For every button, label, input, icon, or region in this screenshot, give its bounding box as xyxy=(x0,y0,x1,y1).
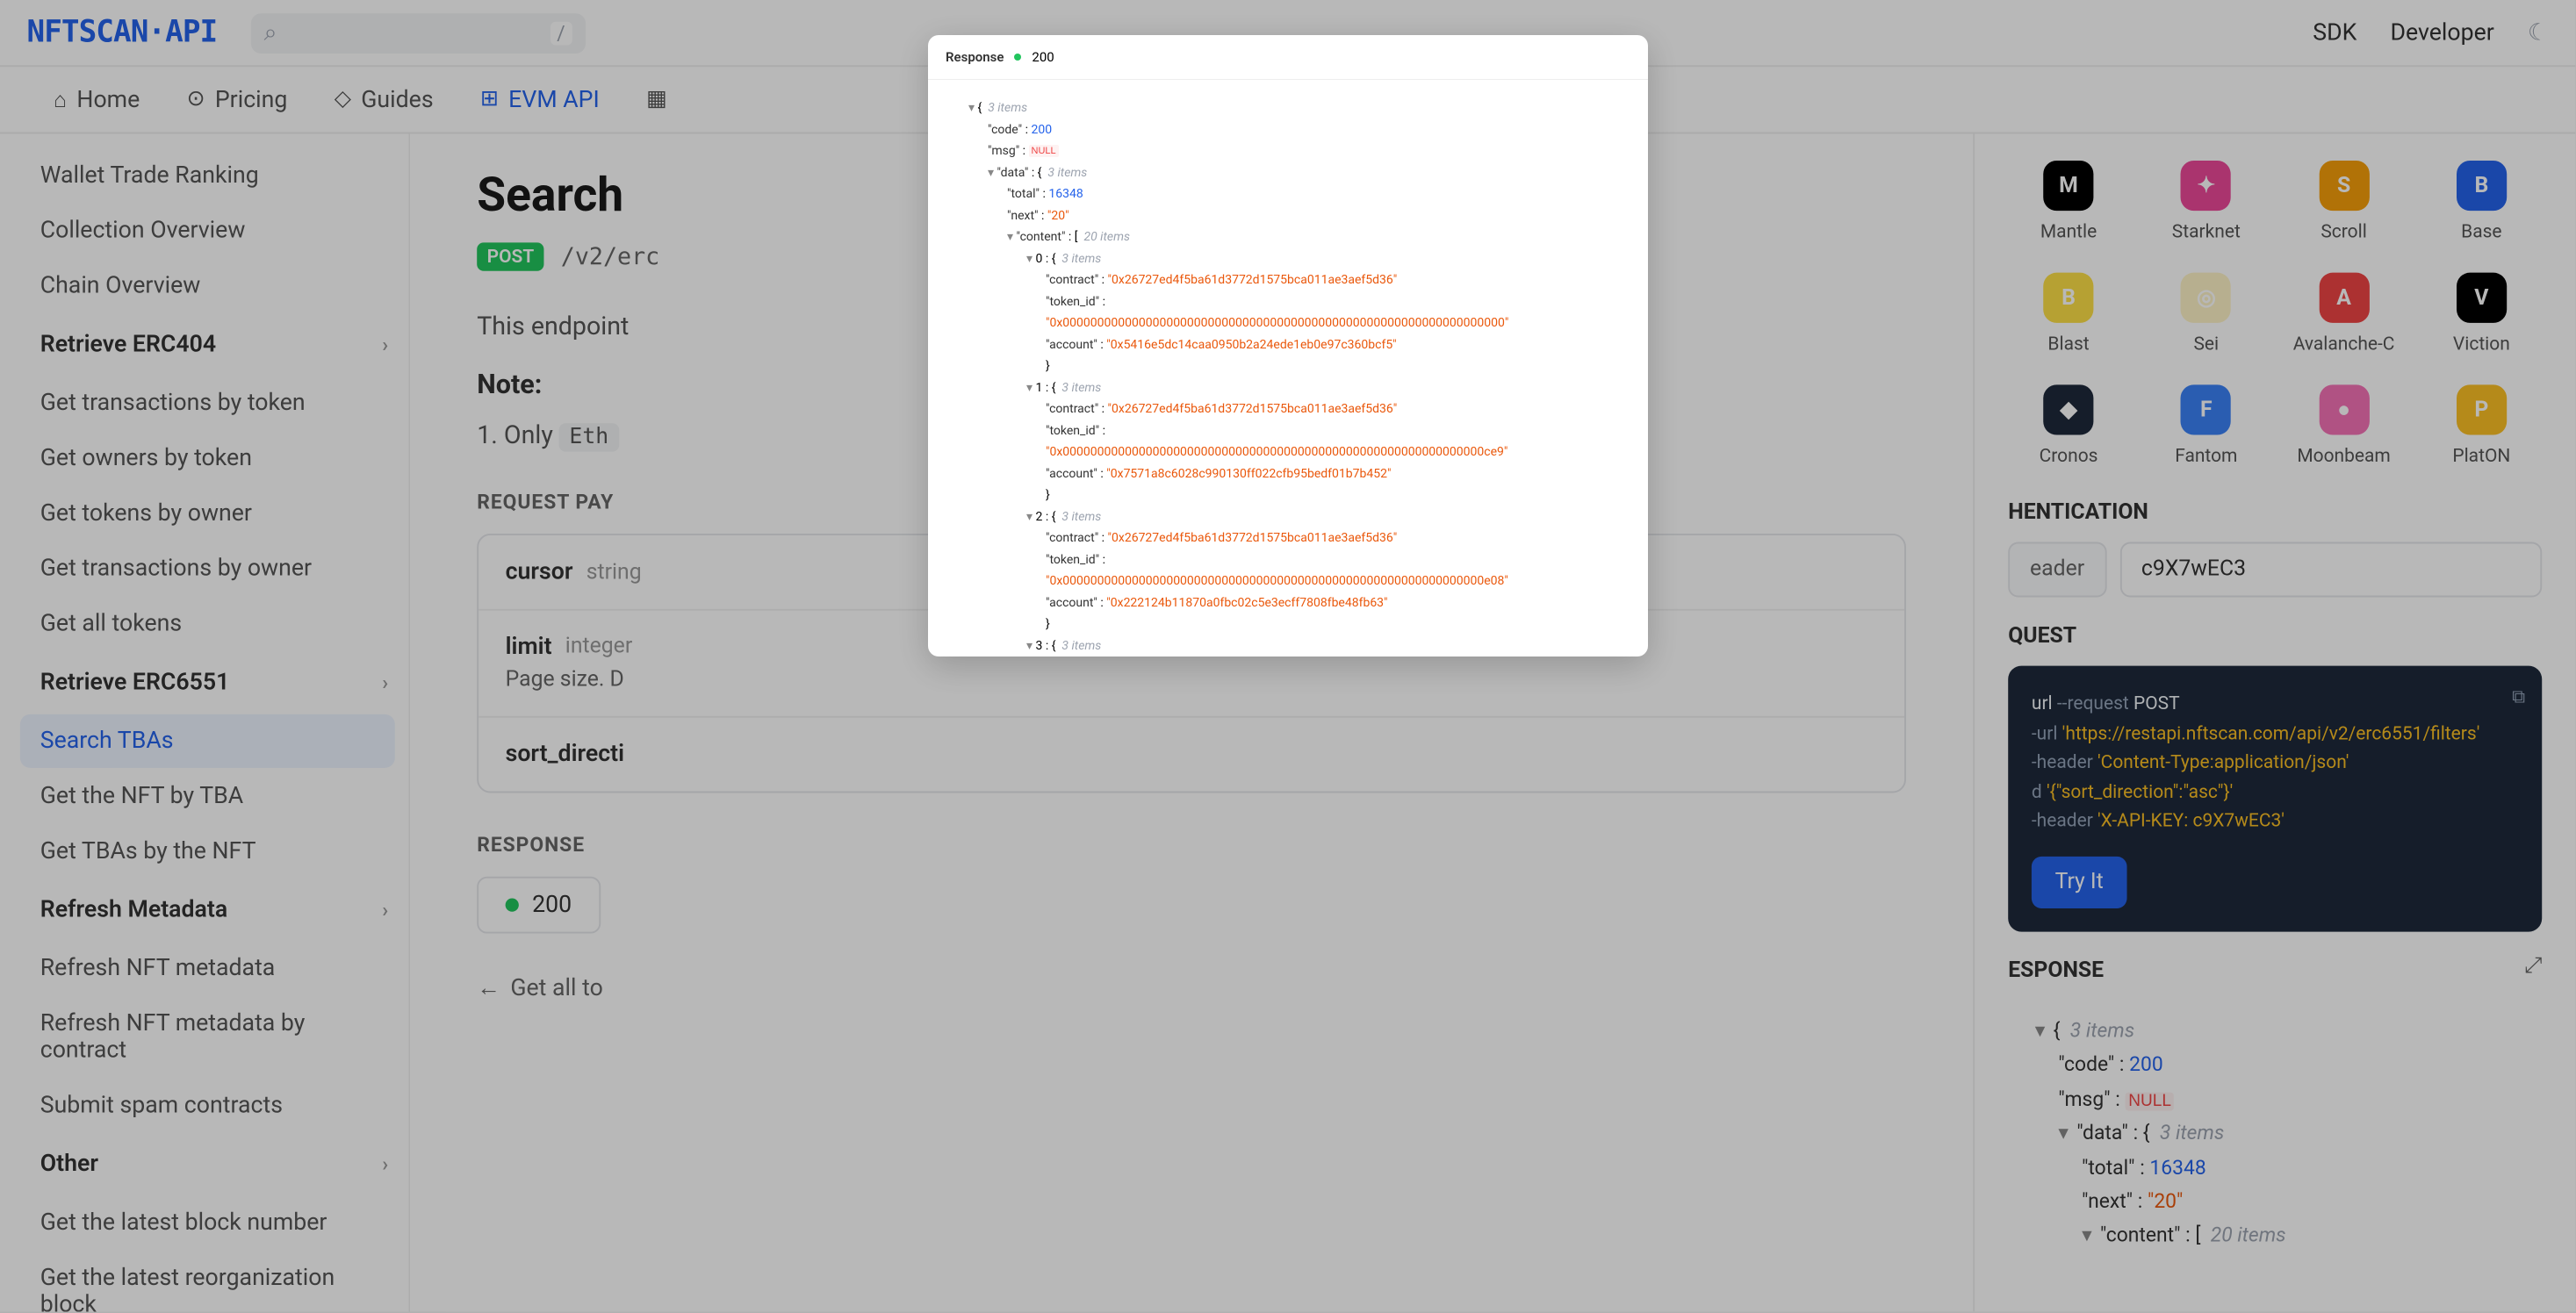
key: "total" xyxy=(1007,187,1040,201)
caret-icon[interactable]: ▾ xyxy=(988,166,994,180)
key: "msg" xyxy=(988,144,1019,158)
key: "code" xyxy=(988,123,1022,137)
key: "content" xyxy=(1017,230,1066,244)
caret-icon[interactable]: ▾ xyxy=(1007,230,1013,244)
caret-icon[interactable]: ▾ xyxy=(1026,639,1033,653)
modal-title: Response xyxy=(946,49,1004,65)
meta: 3 items xyxy=(1047,166,1087,180)
status-dot-icon xyxy=(1014,54,1021,61)
modal-overlay[interactable]: Response 200 ▾ { 3 items "code" : 200 "m… xyxy=(0,0,2576,1313)
val: "20" xyxy=(1047,209,1069,223)
modal-body[interactable]: ▾ { 3 items "code" : 200 "msg" : NULL ▾ … xyxy=(928,80,1648,656)
caret-icon[interactable]: ▾ xyxy=(1026,510,1033,524)
caret-icon[interactable]: ▾ xyxy=(968,101,975,115)
val: 16348 xyxy=(1048,187,1083,201)
key: "data" xyxy=(997,166,1029,180)
caret-icon[interactable]: ▾ xyxy=(1026,252,1033,266)
val: 200 xyxy=(1031,123,1052,137)
key: "next" xyxy=(1007,209,1039,223)
meta: 3 items xyxy=(988,101,1027,115)
modal-status-code: 200 xyxy=(1032,49,1054,65)
null-val: NULL xyxy=(1029,145,1059,157)
meta: 20 items xyxy=(1083,230,1130,244)
caret-icon[interactable]: ▾ xyxy=(1026,381,1033,395)
response-modal: Response 200 ▾ { 3 items "code" : 200 "m… xyxy=(928,35,1648,656)
modal-header: Response 200 xyxy=(928,35,1648,80)
